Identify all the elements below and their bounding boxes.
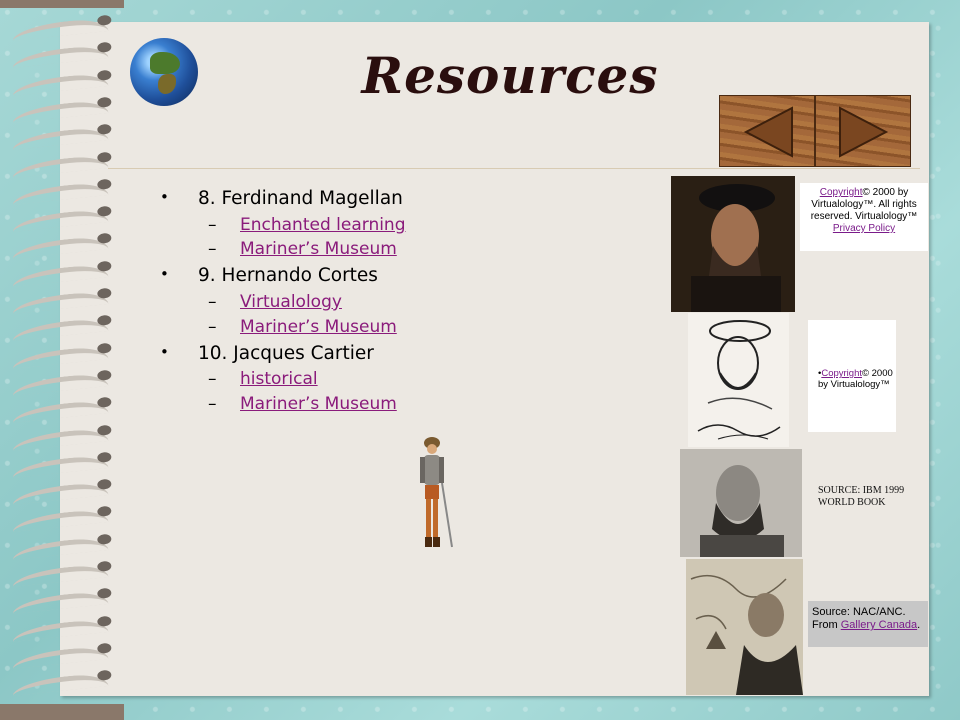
caption-cartier: Source: NAC/ANC. From Gallery Canada.	[808, 601, 928, 647]
link-mariners-museum[interactable]: Mariner’s Museum	[240, 239, 397, 259]
link-historical[interactable]: historical	[240, 369, 318, 389]
previous-slide-button[interactable]	[719, 95, 815, 167]
item-label: 9. Hernando Cortes	[198, 265, 378, 286]
link-virtualology[interactable]: Virtualology	[240, 292, 342, 312]
binding-top	[0, 0, 124, 8]
link-mariners-museum[interactable]: Mariner’s Museum	[240, 317, 397, 337]
item-label: 10. Jacques Cartier	[198, 343, 374, 364]
link-enchanted-learning[interactable]: Enchanted learning	[240, 215, 406, 235]
magellan-portrait-painting	[671, 176, 795, 312]
copyright-link[interactable]: Copyright	[820, 187, 863, 198]
next-slide-button[interactable]	[815, 95, 911, 167]
caption-copyright-2: •Copyright© 2000 by Virtualology™	[808, 320, 896, 432]
copyright-link[interactable]: Copyright	[821, 368, 862, 379]
item-label: 8. Ferdinand Magellan	[198, 188, 403, 209]
cartier-portrait	[686, 559, 803, 695]
privacy-policy-link[interactable]: Privacy Policy	[833, 223, 895, 234]
caption-text: .	[917, 619, 921, 631]
right-triangle-icon	[839, 106, 889, 158]
caption-copyright-1: Copyright© 2000 by Virtualology™. All ri…	[800, 183, 928, 251]
magellan-engraving	[688, 313, 789, 447]
binding-bottom	[0, 704, 124, 720]
left-triangle-icon	[743, 106, 793, 158]
title-divider	[108, 168, 920, 169]
conquistador-figure	[420, 437, 453, 548]
link-mariners-museum[interactable]: Mariner’s Museum	[240, 394, 397, 414]
caption-worldbook: SOURCE: IBM 1999 WORLD BOOK	[818, 485, 905, 508]
magellan-engraving-worldbook	[680, 449, 802, 557]
gallery-canada-link[interactable]: Gallery Canada	[841, 619, 917, 631]
